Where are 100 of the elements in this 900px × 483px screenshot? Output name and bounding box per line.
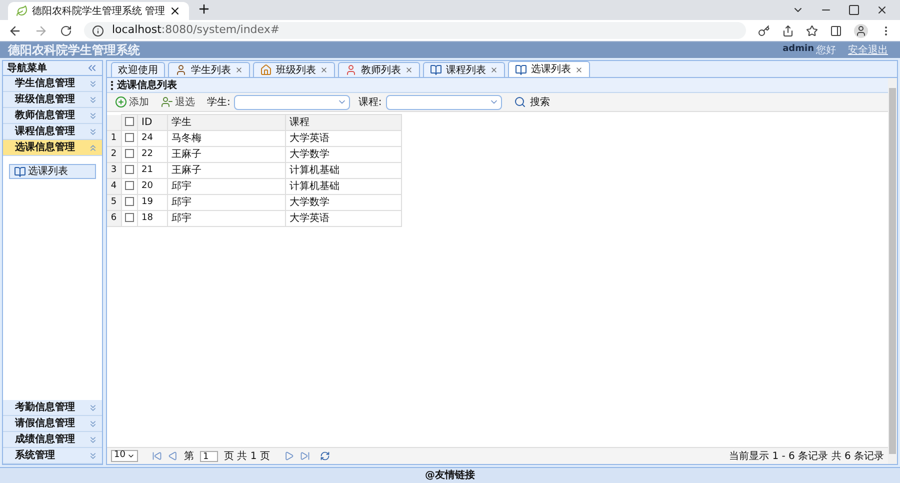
book-icon <box>430 64 442 76</box>
table-cell: 王麻子 <box>167 146 285 162</box>
book-icon <box>515 64 527 76</box>
tab-title: 德阳农科院学生管理系统 管理 <box>32 4 166 18</box>
tab[interactable]: 学生列表 <box>168 62 250 77</box>
menu-item[interactable]: 学生信息管理 <box>3 76 102 92</box>
refresh-icon[interactable] <box>320 451 330 461</box>
table-cell: 18 <box>137 210 167 226</box>
table-cell: 邱宇 <box>167 178 285 194</box>
table-cell: 22 <box>137 146 167 162</box>
maximize-icon[interactable] <box>848 4 860 16</box>
table-cell: 24 <box>137 130 167 146</box>
row-number: 2 <box>107 146 121 162</box>
share-icon[interactable] <box>782 24 794 36</box>
tab[interactable]: 课程列表 <box>423 62 505 77</box>
menu-item[interactable]: 选课信息管理 <box>3 140 102 156</box>
collapse-icon[interactable] <box>86 62 98 74</box>
table-cell: 邱宇 <box>167 210 285 226</box>
last-page-icon[interactable] <box>300 451 310 461</box>
menu-item[interactable]: 请假信息管理 <box>3 416 102 432</box>
chevrons-down-icon <box>88 78 98 88</box>
leaf-icon <box>16 5 28 17</box>
tab[interactable]: 教师列表 <box>338 62 420 77</box>
menu-item[interactable]: 考勤信息管理 <box>3 400 102 416</box>
tab[interactable]: 选课列表 <box>508 61 590 77</box>
username: admin <box>782 43 814 56</box>
key-icon[interactable] <box>758 24 770 36</box>
first-page-icon[interactable] <box>152 451 162 461</box>
star-icon[interactable] <box>806 24 818 36</box>
next-page-icon[interactable] <box>284 451 294 461</box>
menu-item[interactable]: 教师信息管理 <box>3 108 102 124</box>
address-field[interactable]: localhost:8080/system/index# <box>84 22 746 39</box>
chevron-down-icon <box>127 452 135 460</box>
chevrons-down-icon <box>88 94 98 104</box>
house-icon <box>260 64 272 76</box>
chevrons-down-icon <box>88 110 98 120</box>
table-cell: 21 <box>137 162 167 178</box>
browser-tab[interactable]: 德阳农科院学生管理系统 管理 <box>8 2 190 20</box>
record-summary: 当前显示 1 - 6 条记录 共 6 条记录 <box>729 450 884 464</box>
table-cell: 马冬梅 <box>167 130 285 146</box>
table-cell: 19 <box>137 194 167 210</box>
row-checkbox[interactable] <box>124 212 134 222</box>
column-header[interactable]: ID <box>137 114 167 130</box>
search-icon <box>514 96 526 108</box>
reload-icon[interactable] <box>60 24 72 36</box>
person-icon <box>345 64 357 76</box>
greeting: 您好 <box>816 44 836 58</box>
row-number: 4 <box>107 178 121 194</box>
table-cell: 大学英语 <box>285 130 401 146</box>
row-number: 6 <box>107 210 121 226</box>
row-checkbox[interactable] <box>124 180 134 190</box>
info-icon <box>92 24 104 36</box>
page-size-select[interactable]: 10 <box>111 450 138 462</box>
profile-icon[interactable] <box>854 24 868 38</box>
menu-item[interactable]: 课程信息管理 <box>3 124 102 140</box>
table-cell: 大学数学 <box>285 146 401 162</box>
close-icon[interactable] <box>876 4 888 16</box>
row-checkbox[interactable] <box>124 196 134 206</box>
table-cell: 大学数学 <box>285 194 401 210</box>
back-icon[interactable] <box>8 24 22 38</box>
chevrons-down-icon <box>88 418 98 428</box>
close-icon[interactable] <box>169 5 182 17</box>
page-input[interactable]: 1 <box>200 450 218 462</box>
book-icon <box>14 166 26 178</box>
toolbar-button[interactable]: 退选 <box>157 94 199 110</box>
header-checkbox[interactable] <box>124 116 134 126</box>
add-icon <box>115 96 127 108</box>
person-minus-icon <box>161 96 173 108</box>
table-cell: 王麻子 <box>167 162 285 178</box>
search-button[interactable]: 搜索 <box>514 94 550 110</box>
table-cell: 邱宇 <box>167 194 285 210</box>
new-tab-icon[interactable] <box>197 2 212 16</box>
row-number: 3 <box>107 162 121 178</box>
chevrons-down-icon <box>88 434 98 444</box>
table-cell: 20 <box>137 178 167 194</box>
chevrons-down-icon <box>88 126 98 136</box>
column-header[interactable]: 课程 <box>285 114 401 130</box>
url-text: localhost:8080/system/index# <box>112 22 280 38</box>
row-number: 5 <box>107 194 121 210</box>
table-cell: 大学英语 <box>285 210 401 226</box>
column-header[interactable]: 学生 <box>167 114 285 130</box>
filter-label: 课程: <box>358 96 382 110</box>
row-checkbox[interactable] <box>124 148 134 158</box>
scrollbar[interactable] <box>888 78 897 464</box>
previous-page-icon[interactable] <box>168 451 178 461</box>
chevrons-up-icon <box>88 142 98 152</box>
tab[interactable]: 班级列表 <box>253 62 335 77</box>
menu-item[interactable]: 成绩信息管理 <box>3 432 102 448</box>
row-number: 1 <box>107 130 121 146</box>
row-checkbox[interactable] <box>124 132 134 142</box>
filter-label: 学生: <box>207 96 230 110</box>
menu-item[interactable]: 系统管理 <box>3 448 102 464</box>
tab[interactable]: 欢迎使用 <box>111 62 165 77</box>
menu-item[interactable]: 班级信息管理 <box>3 92 102 108</box>
side-panel-icon[interactable] <box>830 24 842 36</box>
row-checkbox[interactable] <box>124 164 134 174</box>
chevrons-down-icon <box>88 450 98 460</box>
toolbar-button[interactable]: 添加 <box>111 94 153 110</box>
person-icon <box>175 64 187 76</box>
submenu-item[interactable]: 选课列表 <box>9 164 96 179</box>
